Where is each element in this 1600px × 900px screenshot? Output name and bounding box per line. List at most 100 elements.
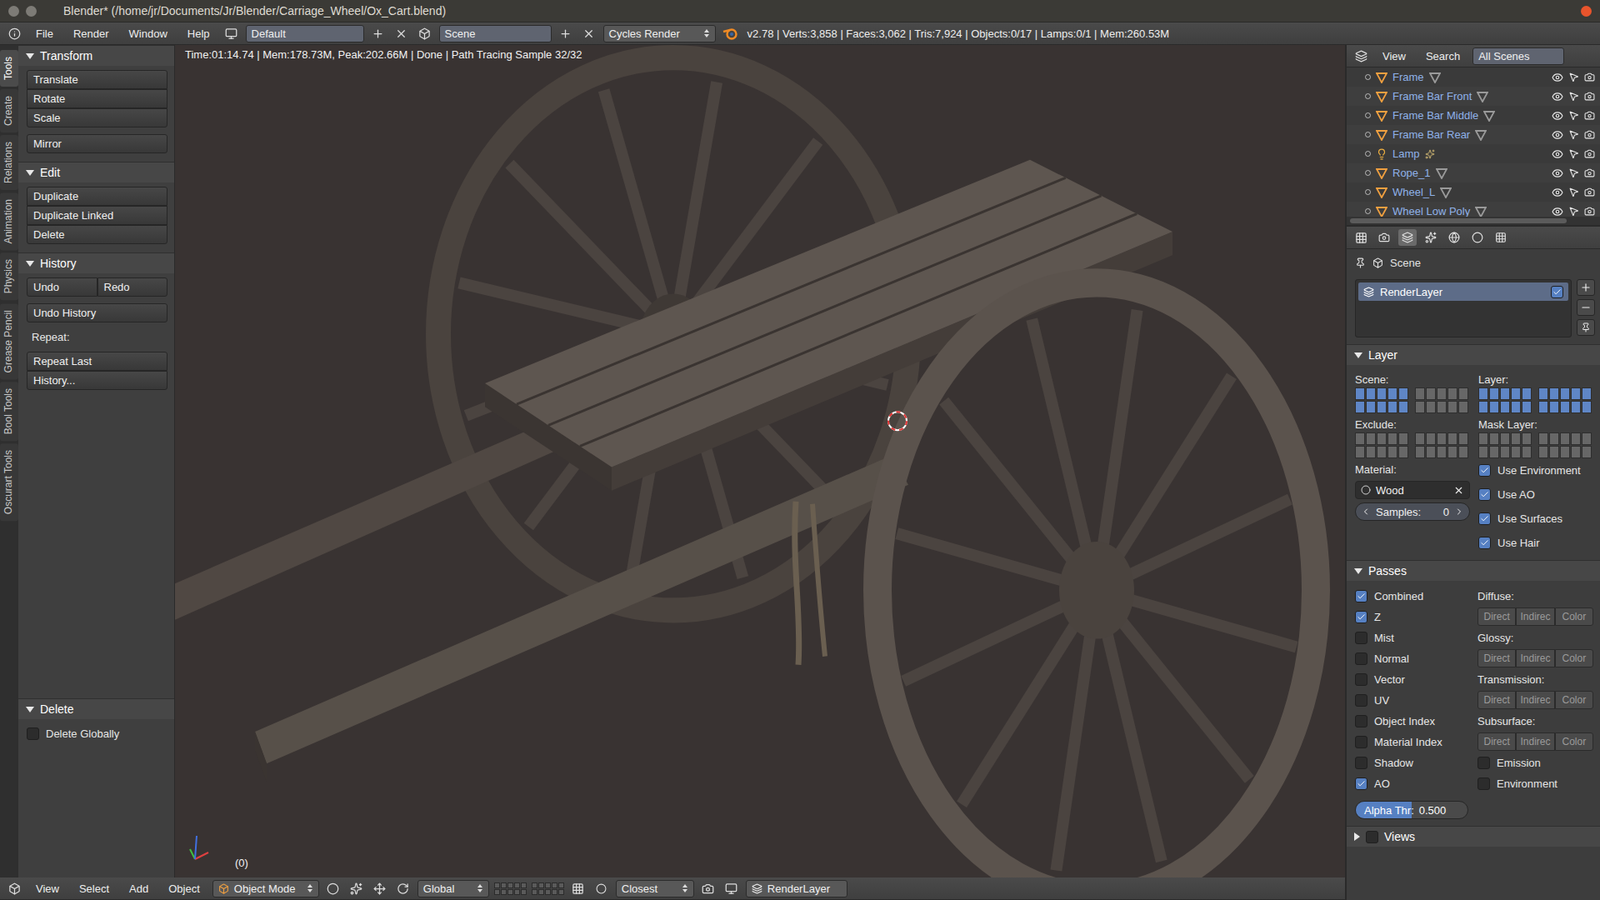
layer-toggle[interactable]	[1478, 445, 1489, 459]
layer-toggle[interactable]	[1560, 432, 1570, 445]
layer-toggle[interactable]	[1398, 445, 1409, 459]
remove-icon[interactable]	[580, 25, 599, 42]
layer-toggle[interactable]	[1538, 432, 1549, 445]
layer-toggle[interactable]	[1425, 445, 1436, 459]
select-icon[interactable]	[1568, 148, 1580, 160]
snap-dropdown[interactable]: Closest	[615, 880, 695, 898]
tool-tab[interactable]: Create	[0, 89, 19, 133]
minimize-icon[interactable]	[8, 5, 20, 17]
visibility-icon[interactable]	[1551, 71, 1564, 84]
object-name[interactable]: Lamp	[1392, 147, 1420, 160]
pass-checkbox[interactable]: Shadow	[1355, 752, 1471, 774]
tool-button[interactable]: Rotate	[26, 89, 168, 109]
remove-icon[interactable]	[392, 25, 411, 42]
scene-icon[interactable]	[415, 25, 435, 42]
visibility-icon[interactable]	[1551, 148, 1564, 160]
light-pass-button[interactable]: Direct	[1477, 732, 1516, 751]
light-pass-button[interactable]: Indirec	[1515, 649, 1555, 668]
pass-checkbox[interactable]: Environment	[1477, 773, 1594, 795]
layer-toggle[interactable]	[1500, 432, 1510, 445]
maximize-icon[interactable]	[25, 5, 37, 17]
shading-icon[interactable]	[324, 880, 343, 897]
layer-toggle[interactable]	[1365, 445, 1376, 459]
samples-field[interactable]: Samples:0	[1355, 502, 1470, 521]
tool-tab[interactable]: Grease Pencil	[0, 303, 19, 380]
layer-toggle[interactable]	[1521, 432, 1532, 445]
layer-toggle[interactable]	[1425, 400, 1436, 414]
outliner-row[interactable]: Wheel_L	[1346, 182, 1600, 202]
layer-toggle[interactable]	[1478, 400, 1489, 414]
pass-checkbox[interactable]: Material Index	[1355, 731, 1471, 753]
layer-toggle[interactable]	[1510, 445, 1521, 459]
panel-header[interactable]: Edit	[18, 162, 175, 183]
layer-toggle[interactable]	[1447, 445, 1458, 459]
layer-toggle[interactable]	[1376, 400, 1387, 414]
option-checkbox[interactable]: Use AO	[1478, 484, 1594, 505]
render-icon[interactable]	[1584, 129, 1595, 140]
tool-button[interactable]: Repeat Last	[26, 351, 168, 371]
layer-toggle[interactable]	[1560, 400, 1570, 414]
outliner-row[interactable]: Frame Bar Middle	[1346, 105, 1600, 125]
tool-button[interactable]: Undo	[26, 277, 98, 297]
rotate-icon[interactable]	[394, 880, 413, 897]
object-name[interactable]: Frame Bar Rear	[1392, 128, 1470, 141]
cursor-3d-icon[interactable]	[888, 411, 907, 430]
layer-toggle[interactable]	[1549, 400, 1560, 414]
select-icon[interactable]	[1568, 71, 1580, 83]
layer-toggle[interactable]	[1355, 387, 1365, 400]
pass-checkbox[interactable]: Normal	[1355, 648, 1471, 670]
tool-button[interactable]: Redo	[97, 277, 169, 297]
light-pass-button[interactable]: Indirec	[1515, 732, 1555, 751]
layer-toggle[interactable]	[1549, 445, 1560, 459]
layer-mini-grid[interactable]	[494, 882, 527, 895]
option-checkbox[interactable]: Use Environment	[1478, 460, 1594, 481]
visibility-icon[interactable]	[1551, 110, 1564, 122]
render-icon[interactable]	[1584, 148, 1595, 160]
mode-dropdown[interactable]: Object Mode	[212, 880, 320, 898]
tool-button[interactable]: Duplicate	[26, 186, 168, 206]
add-icon[interactable]	[369, 25, 388, 42]
layer-toggle[interactable]	[1581, 400, 1592, 414]
layer-toggle[interactable]	[1387, 387, 1398, 400]
menu-item[interactable]: View	[1375, 48, 1414, 65]
render-layer-field[interactable]: RenderLayer	[745, 880, 848, 898]
light-pass-button[interactable]: Direct	[1477, 649, 1516, 668]
layer-toggle[interactable]	[1425, 432, 1436, 445]
layer-toggle[interactable]	[1355, 400, 1365, 414]
object-name[interactable]: Rope_1	[1392, 166, 1431, 180]
display-mode-dropdown[interactable]: All Scenes	[1472, 47, 1565, 65]
pin-icon[interactable]	[1576, 319, 1595, 336]
layer-toggle[interactable]	[1447, 400, 1458, 414]
light-pass-button[interactable]: Indirec	[1515, 690, 1555, 710]
layer-toggle[interactable]	[1387, 400, 1398, 414]
layer-toggle[interactable]	[1436, 445, 1447, 459]
proportional-icon[interactable]	[592, 880, 611, 897]
menu-item[interactable]: View	[28, 880, 67, 897]
object-name[interactable]: Wheel_L	[1392, 185, 1435, 199]
layer-toggle[interactable]	[1436, 400, 1447, 414]
pass-checkbox[interactable]: Vector	[1355, 669, 1471, 690]
properties-tab-icon[interactable]	[1491, 229, 1510, 246]
object-name[interactable]: Frame Bar Front	[1392, 90, 1472, 103]
render-icon[interactable]	[1584, 90, 1595, 102]
visibility-icon[interactable]	[1551, 167, 1564, 180]
layer-toggle[interactable]	[1458, 387, 1469, 400]
render-icon[interactable]	[1584, 167, 1595, 179]
visibility-icon[interactable]	[1551, 129, 1564, 141]
tool-button[interactable]: Mirror	[26, 134, 168, 154]
enable-checkbox[interactable]	[1550, 285, 1564, 299]
render-icon[interactable]	[1584, 186, 1595, 198]
remove-icon[interactable]	[1576, 299, 1595, 316]
expand-icon[interactable]	[1365, 93, 1371, 100]
editor-type-icon[interactable]	[5, 880, 24, 897]
increment-icon[interactable]	[1454, 506, 1465, 517]
layer-toggle[interactable]	[1458, 445, 1469, 459]
pass-checkbox[interactable]: Emission	[1477, 752, 1594, 774]
tool-button[interactable]: Undo History	[26, 303, 168, 323]
lock-icon[interactable]	[569, 880, 588, 897]
option-checkbox[interactable]: Use Surfaces	[1478, 508, 1594, 530]
layer-toggle[interactable]	[1415, 400, 1425, 414]
menu-item[interactable]: Object	[160, 880, 208, 897]
layer-toggle[interactable]	[1549, 387, 1560, 400]
light-pass-button[interactable]: Color	[1555, 607, 1594, 626]
